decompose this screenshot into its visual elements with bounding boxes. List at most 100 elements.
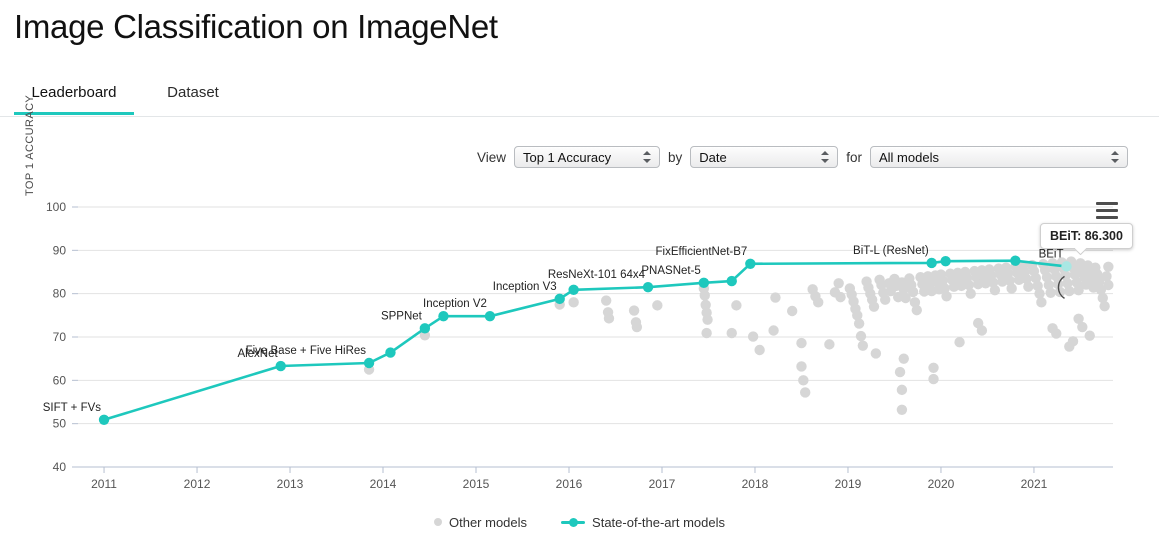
legend-line-dot-icon	[561, 517, 586, 527]
other-model-point[interactable]	[1084, 330, 1095, 341]
other-model-point[interactable]	[1006, 283, 1017, 294]
sota-model-point[interactable]	[98, 414, 110, 425]
other-model-point[interactable]	[1054, 286, 1066, 298]
stepper-arrows-icon	[1111, 150, 1120, 164]
legend-item-sota-models[interactable]: State-of-the-art models	[561, 515, 725, 530]
other-model-point[interactable]	[796, 337, 807, 349]
x-axis-tick: 2018	[742, 477, 769, 491]
y-axis-tick: 90	[53, 243, 67, 257]
sota-model-point[interactable]	[726, 275, 737, 287]
other-model-point[interactable]	[989, 285, 1001, 296]
sota-model-point[interactable]	[1061, 261, 1072, 272]
other-model-point[interactable]	[833, 278, 844, 289]
other-model-point[interactable]	[628, 305, 640, 316]
sota-model-point[interactable]	[698, 277, 710, 289]
chart-container: 40 50 60 70 80 90 100 2011 2012 2013 2014 2015 2016 2…	[0, 180, 1159, 544]
other-model-point[interactable]	[799, 387, 811, 398]
other-model-point[interactable]	[731, 300, 742, 311]
sota-model-point[interactable]	[554, 293, 565, 305]
other-model-point[interactable]	[1103, 261, 1114, 272]
other-model-point[interactable]	[907, 286, 919, 298]
other-model-point[interactable]	[726, 327, 737, 339]
y-axis-title: TOP 1 ACCURACY	[24, 94, 36, 196]
metric-select[interactable]: Top 1 Accuracy	[513, 146, 660, 168]
other-model-point[interactable]	[853, 318, 865, 329]
other-model-point[interactable]	[1064, 285, 1075, 297]
other-model-point[interactable]	[699, 290, 710, 301]
other-model-point[interactable]	[894, 366, 906, 378]
other-model-point[interactable]	[754, 344, 765, 356]
other-model-point[interactable]	[928, 362, 939, 373]
other-model-point[interactable]	[603, 313, 615, 324]
sota-model-point[interactable]	[438, 311, 449, 322]
chart-legend: Other models State-of-the-art models	[0, 510, 1159, 534]
other-model-point[interactable]	[855, 330, 867, 342]
other-model-point[interactable]	[568, 297, 579, 308]
other-model-point[interactable]	[824, 339, 835, 350]
other-model-point[interactable]	[1103, 279, 1114, 291]
sota-model-point[interactable]	[568, 284, 579, 295]
y-axis-tick: 70	[53, 330, 67, 344]
sota-model-point[interactable]	[385, 347, 396, 358]
tab-dataset[interactable]: Dataset	[148, 74, 238, 115]
other-model-point[interactable]	[965, 288, 976, 299]
other-model-point[interactable]	[1034, 288, 1045, 299]
other-model-point[interactable]	[702, 314, 713, 325]
other-model-point[interactable]	[770, 292, 781, 303]
sota-model-point[interactable]	[642, 281, 654, 293]
other-model-point[interactable]	[896, 404, 908, 415]
other-model-point[interactable]	[786, 305, 798, 317]
sota-model-point[interactable]	[419, 323, 431, 334]
other-model-point[interactable]	[1077, 321, 1088, 333]
sota-model-point[interactable]	[275, 360, 286, 372]
sota-model-point[interactable]	[926, 257, 937, 269]
other-model-point[interactable]	[941, 291, 952, 302]
other-model-point[interactable]	[976, 325, 988, 336]
other-model-point[interactable]	[928, 373, 939, 385]
other-model-point[interactable]	[1036, 297, 1047, 308]
axis-select[interactable]: Date	[690, 146, 839, 168]
other-model-point[interactable]	[701, 327, 712, 339]
point-tooltip: BEiT: 86.300	[1040, 223, 1133, 249]
legend-item-other-models[interactable]: Other models	[434, 515, 527, 530]
other-model-point[interactable]	[1099, 301, 1110, 312]
other-model-point[interactable]	[835, 291, 846, 303]
other-model-point[interactable]	[631, 321, 643, 333]
other-model-point[interactable]	[857, 340, 869, 351]
models-filter-select[interactable]: All models	[870, 146, 1128, 168]
sota-model-point[interactable]	[363, 357, 375, 369]
other-model-point[interactable]	[1045, 287, 1056, 298]
tab-leaderboard-label: Leaderboard	[31, 84, 117, 101]
other-model-point[interactable]	[868, 301, 880, 312]
x-axis-tick: 2021	[1021, 477, 1048, 491]
sota-model-point[interactable]	[940, 255, 951, 267]
tab-bar: Leaderboard Dataset	[0, 74, 1159, 117]
other-model-point[interactable]	[896, 384, 908, 396]
other-model-point[interactable]	[600, 295, 612, 306]
other-model-point[interactable]	[796, 361, 807, 372]
sota-model-point[interactable]	[1010, 255, 1021, 266]
other-model-point[interactable]	[1051, 328, 1062, 339]
other-model-point[interactable]	[768, 325, 779, 336]
other-model-point[interactable]	[798, 375, 809, 386]
other-model-point[interactable]	[747, 331, 759, 342]
other-model-point[interactable]	[963, 279, 975, 291]
y-axis-tick: 40	[53, 460, 67, 474]
other-model-point[interactable]	[879, 294, 891, 305]
other-model-point[interactable]	[1023, 281, 1034, 292]
other-model-point[interactable]	[954, 337, 965, 348]
sota-model-point[interactable]	[745, 258, 756, 269]
sota-model-point[interactable]	[484, 311, 496, 322]
other-model-point[interactable]	[911, 304, 922, 316]
page-title: Image Classification on ImageNet	[14, 8, 498, 45]
other-model-point[interactable]	[870, 348, 882, 359]
other-model-point[interactable]	[898, 353, 909, 364]
other-model-point[interactable]	[652, 300, 663, 311]
sota-point-label: ResNeXt-101 64x4	[548, 269, 646, 281]
leaderboard-page: Image Classification on ImageNet Leaderb…	[0, 0, 1159, 544]
other-model-point[interactable]	[1067, 336, 1079, 347]
other-model-point[interactable]	[813, 297, 824, 308]
y-axis-tick: 60	[53, 373, 67, 387]
other-model-point[interactable]	[1101, 271, 1112, 282]
x-axis-tick: 2011	[91, 477, 117, 491]
